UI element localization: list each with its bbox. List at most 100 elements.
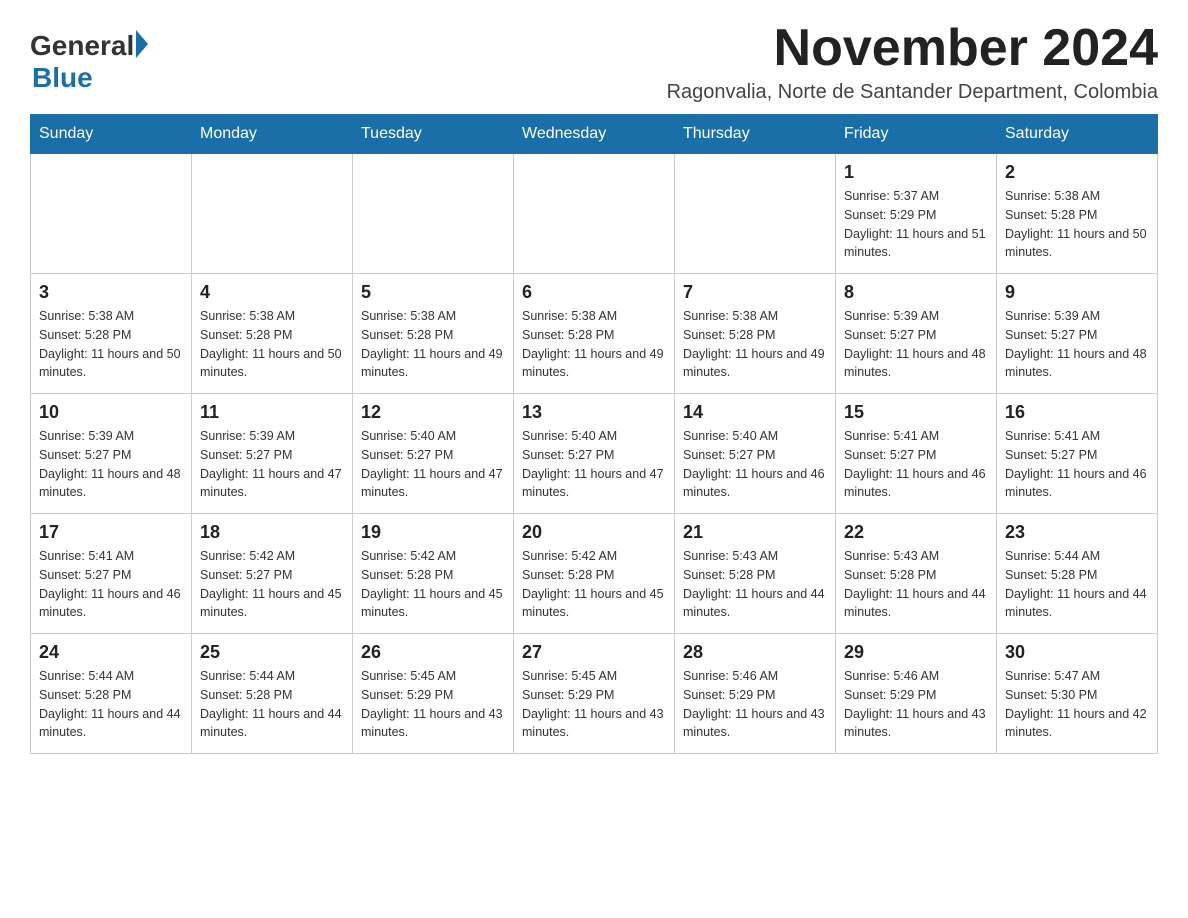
logo: General Blue [30,30,148,94]
day-info: Sunrise: 5:42 AMSunset: 5:27 PMDaylight:… [200,547,344,622]
calendar-cell [353,154,514,274]
day-number: 2 [1005,162,1149,183]
day-info: Sunrise: 5:39 AMSunset: 5:27 PMDaylight:… [844,307,988,382]
calendar-day-header: Tuesday [353,115,514,154]
day-info: Sunrise: 5:42 AMSunset: 5:28 PMDaylight:… [522,547,666,622]
day-info: Sunrise: 5:38 AMSunset: 5:28 PMDaylight:… [200,307,344,382]
location-title: Ragonvalia, Norte de Santander Departmen… [667,81,1158,104]
calendar-cell: 8 Sunrise: 5:39 AMSunset: 5:27 PMDaylight… [836,274,997,394]
calendar-day-header: Friday [836,115,997,154]
month-title: November 2024 [667,20,1158,77]
logo-blue-text: Blue [32,62,93,94]
calendar-week-row: 3 Sunrise: 5:38 AMSunset: 5:28 PMDaylight… [31,274,1158,394]
day-number: 14 [683,402,827,423]
calendar-cell: 28Sunrise: 5:46 AMSunset: 5:29 PMDayligh… [675,634,836,754]
calendar-cell: 11 Sunrise: 5:39 AMSunset: 5:27 PMDayligh… [192,394,353,514]
calendar-cell: 24Sunrise: 5:44 AMSunset: 5:28 PMDayligh… [31,634,192,754]
calendar-cell: 9Sunrise: 5:39 AMSunset: 5:27 PMDaylight… [997,274,1158,394]
day-info: Sunrise: 5:44 AMSunset: 5:28 PMDaylight:… [200,667,344,742]
calendar-cell [31,154,192,274]
day-info: Sunrise: 5:41 AMSunset: 5:27 PMDaylight:… [39,547,183,622]
day-info: Sunrise: 5:45 AMSunset: 5:29 PMDaylight:… [361,667,505,742]
calendar-day-header: Thursday [675,115,836,154]
calendar-cell: 7 Sunrise: 5:38 AMSunset: 5:28 PMDaylight… [675,274,836,394]
day-info: Sunrise: 5:44 AMSunset: 5:28 PMDaylight:… [1005,547,1149,622]
calendar-header-row: SundayMondayTuesdayWednesdayThursdayFrid… [31,115,1158,154]
day-info: Sunrise: 5:39 AMSunset: 5:27 PMDaylight:… [200,427,344,502]
calendar-cell: 15Sunrise: 5:41 AMSunset: 5:27 PMDayligh… [836,394,997,514]
day-info: Sunrise: 5:40 AMSunset: 5:27 PMDaylight:… [683,427,827,502]
day-number: 6 [522,282,666,303]
calendar-cell: 12 Sunrise: 5:40 AMSunset: 5:27 PMDayligh… [353,394,514,514]
day-number: 10 [39,402,183,423]
day-info: Sunrise: 5:43 AMSunset: 5:28 PMDaylight:… [683,547,827,622]
calendar-cell: 3 Sunrise: 5:38 AMSunset: 5:28 PMDaylight… [31,274,192,394]
calendar-cell: 4 Sunrise: 5:38 AMSunset: 5:28 PMDaylight… [192,274,353,394]
day-number: 7 [683,282,827,303]
calendar-day-header: Sunday [31,115,192,154]
calendar-cell: 2 Sunrise: 5:38 AMSunset: 5:28 PMDaylight… [997,154,1158,274]
day-info: Sunrise: 5:39 AMSunset: 5:27 PMDaylight:… [39,427,183,502]
day-number: 8 [844,282,988,303]
day-info: Sunrise: 5:39 AMSunset: 5:27 PMDaylight:… [1005,307,1149,382]
calendar-day-header: Monday [192,115,353,154]
day-number: 21 [683,522,827,543]
calendar-cell: 29 Sunrise: 5:46 AMSunset: 5:29 PMDayligh… [836,634,997,754]
calendar-cell: 25 Sunrise: 5:44 AMSunset: 5:28 PMDayligh… [192,634,353,754]
calendar-cell: 20 Sunrise: 5:42 AMSunset: 5:28 PMDayligh… [514,514,675,634]
title-section: November 2024 Ragonvalia, Norte de Santa… [667,20,1158,104]
calendar-day-header: Wednesday [514,115,675,154]
day-info: Sunrise: 5:41 AMSunset: 5:27 PMDaylight:… [1005,427,1149,502]
calendar-cell [675,154,836,274]
day-number: 29 [844,642,988,663]
day-info: Sunrise: 5:38 AMSunset: 5:28 PMDaylight:… [522,307,666,382]
calendar-cell: 27 Sunrise: 5:45 AMSunset: 5:29 PMDayligh… [514,634,675,754]
day-info: Sunrise: 5:38 AMSunset: 5:28 PMDaylight:… [683,307,827,382]
day-info: Sunrise: 5:38 AMSunset: 5:28 PMDaylight:… [39,307,183,382]
calendar-table: SundayMondayTuesdayWednesdayThursdayFrid… [30,114,1158,754]
calendar-cell [192,154,353,274]
day-number: 1 [844,162,988,183]
day-number: 19 [361,522,505,543]
day-number: 3 [39,282,183,303]
day-number: 17 [39,522,183,543]
calendar-cell: 17 Sunrise: 5:41 AMSunset: 5:27 PMDayligh… [31,514,192,634]
day-number: 20 [522,522,666,543]
day-info: Sunrise: 5:46 AMSunset: 5:29 PMDaylight:… [844,667,988,742]
calendar-cell: 14 Sunrise: 5:40 AMSunset: 5:27 PMDayligh… [675,394,836,514]
calendar-week-row: 1 Sunrise: 5:37 AMSunset: 5:29 PMDaylight… [31,154,1158,274]
day-info: Sunrise: 5:41 AMSunset: 5:27 PMDaylight:… [844,427,988,502]
day-info: Sunrise: 5:40 AMSunset: 5:27 PMDaylight:… [522,427,666,502]
calendar-cell: 5Sunrise: 5:38 AMSunset: 5:28 PMDaylight… [353,274,514,394]
day-info: Sunrise: 5:40 AMSunset: 5:27 PMDaylight:… [361,427,505,502]
calendar-cell: 19 Sunrise: 5:42 AMSunset: 5:28 PMDayligh… [353,514,514,634]
calendar-week-row: 17 Sunrise: 5:41 AMSunset: 5:27 PMDayligh… [31,514,1158,634]
day-number: 11 [200,402,344,423]
calendar-cell [514,154,675,274]
calendar-cell: 6 Sunrise: 5:38 AMSunset: 5:28 PMDaylight… [514,274,675,394]
calendar-week-row: 24Sunrise: 5:44 AMSunset: 5:28 PMDayligh… [31,634,1158,754]
day-number: 18 [200,522,344,543]
day-info: Sunrise: 5:46 AMSunset: 5:29 PMDaylight:… [683,667,827,742]
day-number: 23 [1005,522,1149,543]
calendar-cell: 13 Sunrise: 5:40 AMSunset: 5:27 PMDayligh… [514,394,675,514]
day-number: 16 [1005,402,1149,423]
day-number: 27 [522,642,666,663]
calendar-cell: 10 Sunrise: 5:39 AMSunset: 5:27 PMDayligh… [31,394,192,514]
day-info: Sunrise: 5:45 AMSunset: 5:29 PMDaylight:… [522,667,666,742]
calendar-day-header: Saturday [997,115,1158,154]
day-number: 4 [200,282,344,303]
day-info: Sunrise: 5:38 AMSunset: 5:28 PMDaylight:… [361,307,505,382]
calendar-cell: 18 Sunrise: 5:42 AMSunset: 5:27 PMDayligh… [192,514,353,634]
day-number: 12 [361,402,505,423]
logo-general-text: General [30,30,134,62]
day-info: Sunrise: 5:44 AMSunset: 5:28 PMDaylight:… [39,667,183,742]
day-info: Sunrise: 5:43 AMSunset: 5:28 PMDaylight:… [844,547,988,622]
calendar-cell: 21 Sunrise: 5:43 AMSunset: 5:28 PMDayligh… [675,514,836,634]
day-info: Sunrise: 5:38 AMSunset: 5:28 PMDaylight:… [1005,187,1149,262]
page-header: General Blue November 2024 Ragonvalia, N… [30,20,1158,104]
day-number: 25 [200,642,344,663]
day-number: 13 [522,402,666,423]
day-info: Sunrise: 5:42 AMSunset: 5:28 PMDaylight:… [361,547,505,622]
day-info: Sunrise: 5:37 AMSunset: 5:29 PMDaylight:… [844,187,988,262]
